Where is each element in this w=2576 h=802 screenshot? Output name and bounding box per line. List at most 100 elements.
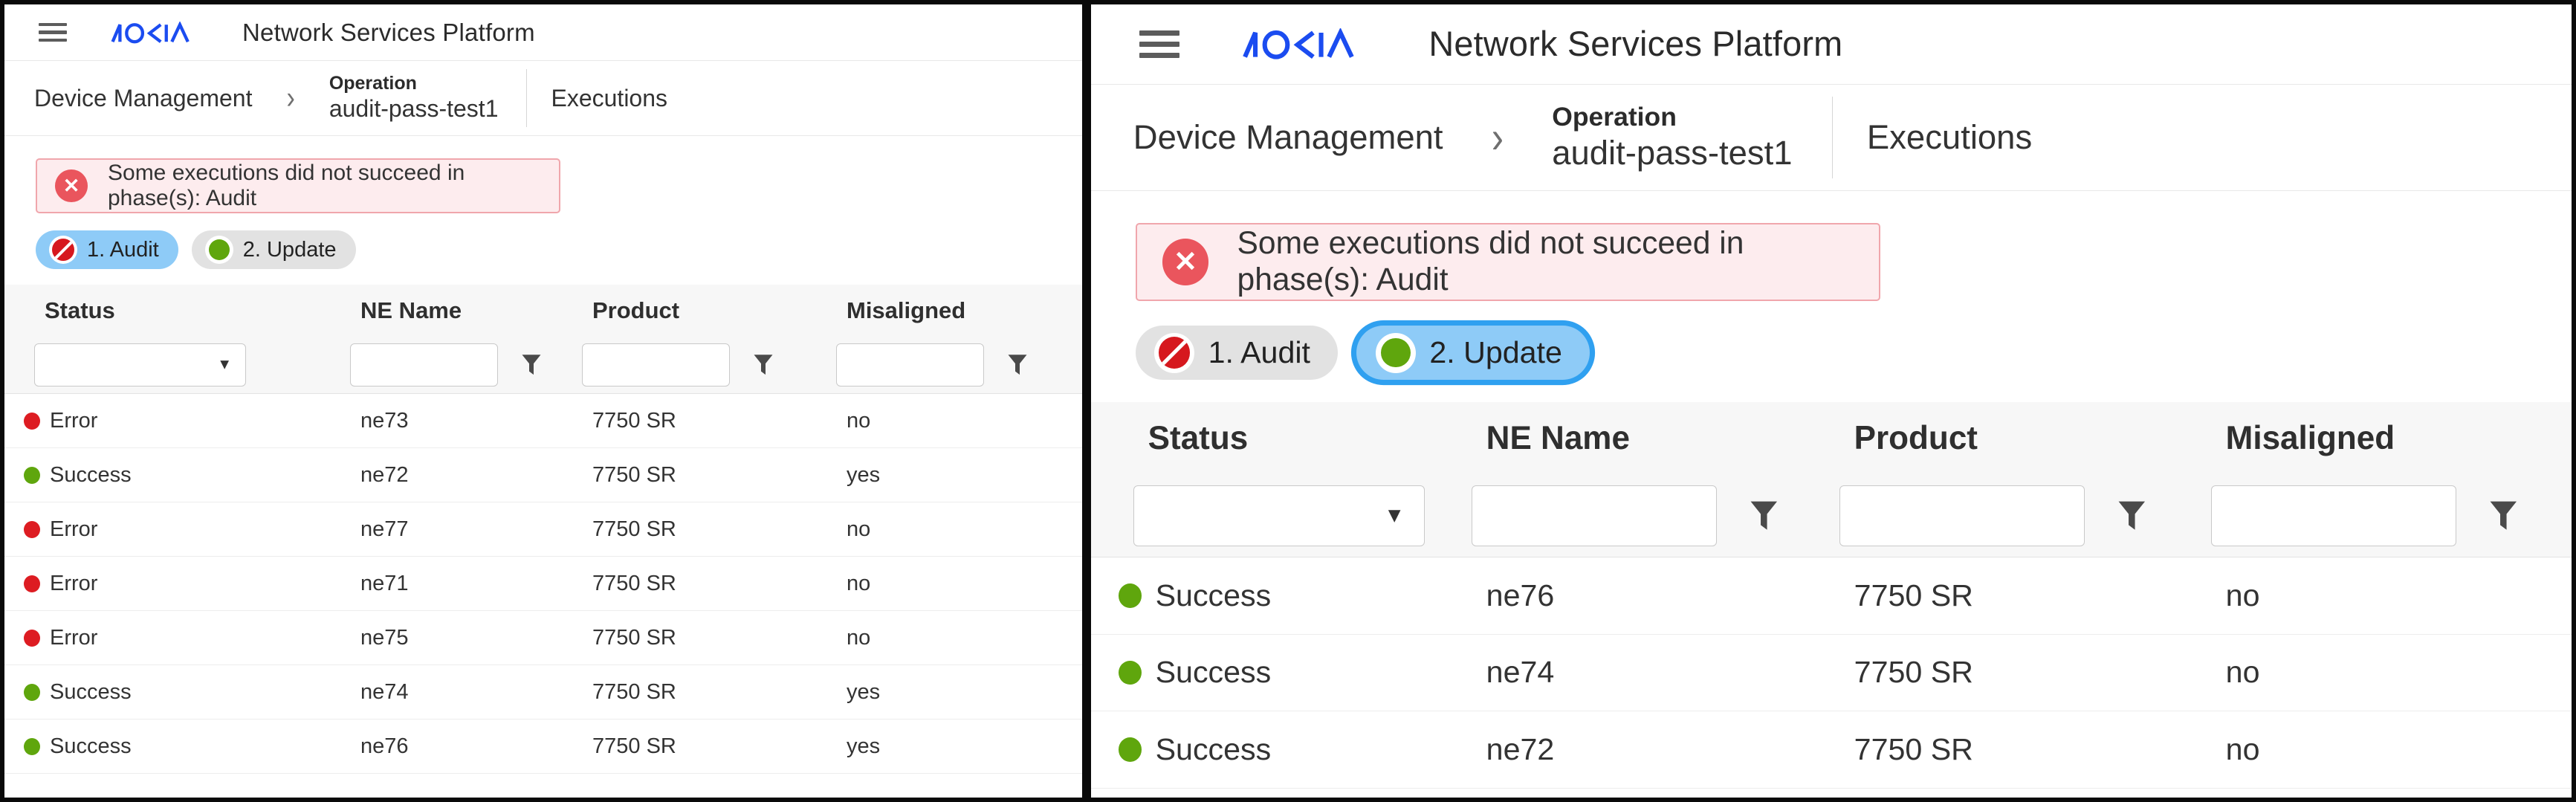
column-header-status: Status: [4, 297, 320, 324]
status-cell: Success: [1091, 578, 1429, 613]
phase-tab-update[interactable]: 2. Update: [192, 230, 356, 269]
caret-down-icon: ▼: [1384, 504, 1405, 528]
misaligned-cell: no: [2169, 732, 2572, 767]
status-cell: Success: [4, 463, 320, 488]
top-bar: Network Services Platform: [1091, 4, 2572, 85]
phase-tabs: 1. Audit 2. Update: [1136, 326, 2572, 381]
status-cell: Success: [1091, 655, 1429, 690]
table-row[interactable]: Successne727750 SRno: [1091, 711, 2572, 789]
status-cell: Error: [4, 572, 320, 596]
operation-name: audit-pass-test1: [1552, 133, 1792, 173]
error-banner-text: Some executions did not succeed in phase…: [1237, 225, 1880, 298]
breadcrumb-operation: Operation audit-pass-test1: [1552, 102, 1792, 172]
funnel-icon[interactable]: [1748, 498, 1780, 534]
column-header-ne-name: NE Name: [1429, 420, 1797, 457]
product-filter-input[interactable]: [1839, 485, 2085, 546]
ne-name-cell: ne77: [320, 517, 552, 542]
funnel-icon[interactable]: [520, 352, 543, 378]
status-cell: Error: [4, 517, 320, 542]
breadcrumb-device-management[interactable]: Device Management: [1133, 118, 1443, 157]
status-filter-select[interactable]: ▼: [1133, 485, 1425, 546]
misaligned-cell: no: [806, 626, 1082, 650]
table-row[interactable]: Errorne737750 SRno: [4, 394, 1082, 448]
status-text: Success: [1156, 655, 1272, 690]
phase-tab-audit[interactable]: 1. Audit: [1136, 326, 1338, 381]
misaligned-filter-input[interactable]: [836, 343, 984, 387]
breadcrumb-device-management[interactable]: Device Management: [34, 85, 252, 112]
operation-name: audit-pass-test1: [329, 95, 499, 123]
ne-name-cell: ne76: [1429, 578, 1797, 613]
status-cell: Error: [4, 409, 320, 433]
breadcrumb: Device Management › Operation audit-pass…: [1091, 85, 2572, 191]
table-row[interactable]: Successne747750 SRyes: [4, 665, 1082, 719]
green-dot-icon: [205, 236, 233, 264]
red-slashed-circle-icon: [1154, 333, 1194, 373]
misaligned-cell: no: [806, 572, 1082, 596]
funnel-icon[interactable]: [1006, 352, 1029, 378]
column-header-product: Product: [552, 297, 806, 324]
funnel-icon[interactable]: [2488, 498, 2520, 534]
table-row[interactable]: Errorne757750 SRno: [4, 611, 1082, 665]
table-row[interactable]: Success ne747750 SRno: [1091, 635, 2572, 712]
table-body: Errorne737750 SRnoSuccessne727750 SRyesE…: [4, 394, 1082, 774]
table-row[interactable]: Successne727750 SRyes: [4, 448, 1082, 502]
table-body: Successne767750 SRnoSuccessne747750 SRno…: [1091, 557, 2572, 789]
table-row[interactable]: Successne767750 SRyes: [4, 719, 1082, 774]
ne-name-cell: ne72: [1429, 732, 1797, 767]
status-cell: Success: [1091, 732, 1429, 767]
column-header-ne-name: NE Name: [320, 297, 552, 324]
phase-tab-audit[interactable]: 1. Audit: [36, 230, 178, 269]
top-bar: Network Services Platform: [4, 4, 1082, 61]
ne-name-cell: ne72: [320, 463, 552, 488]
nokia-logo: [110, 22, 195, 44]
phase-tab-update[interactable]: 2. Update: [1356, 326, 1589, 381]
column-header-status: Status: [1091, 420, 1429, 457]
table-filter-row: ▼: [4, 336, 1082, 394]
product-filter-input[interactable]: [582, 343, 730, 387]
product-cell: 7750 SR: [552, 734, 806, 759]
status-filter-select[interactable]: ▼: [34, 343, 246, 387]
error-banner-text: Some executions did not succeed in phase…: [108, 161, 559, 211]
status-text: Success: [1156, 578, 1272, 613]
green-dot-icon: [24, 738, 40, 755]
product-cell: 7750 SR: [552, 463, 806, 488]
ne-name-filter-input[interactable]: [350, 343, 498, 387]
status-cell: Error: [4, 626, 320, 650]
operation-label: Operation: [1552, 102, 1792, 133]
error-banner: ✕ Some executions did not succeed in pha…: [36, 158, 560, 213]
x-circle-icon: ✕: [55, 169, 88, 202]
status-text: Error: [50, 572, 97, 596]
product-cell: 7750 SR: [1797, 732, 2169, 767]
product-cell: 7750 SR: [1797, 578, 2169, 613]
misaligned-filter-input[interactable]: [2211, 485, 2456, 546]
phase-tab-label: 2. Update: [1429, 335, 1562, 370]
table-row[interactable]: Errorne777750 SRno: [4, 502, 1082, 557]
green-dot-icon: [24, 684, 40, 701]
funnel-icon[interactable]: [752, 352, 774, 378]
funnel-icon[interactable]: [2116, 498, 2148, 534]
hamburger-icon[interactable]: [1139, 30, 1179, 57]
x-circle-icon: ✕: [1162, 239, 1208, 285]
red-slashed-circle-icon: [49, 236, 77, 264]
table-header-row: Status NE Name Product Misaligned: [1091, 402, 2572, 475]
table-row[interactable]: Successne767750 SRno: [1091, 557, 2572, 635]
table-row[interactable]: Errorne717750 SRno: [4, 557, 1082, 611]
misaligned-cell: yes: [806, 680, 1082, 705]
table-header-row: Status NE Name Product Misaligned: [4, 285, 1082, 336]
status-text: Error: [50, 517, 97, 542]
breadcrumb-executions: Executions: [1867, 118, 2032, 157]
app-title: Network Services Platform: [1428, 24, 1842, 64]
product-cell: 7750 SR: [1797, 655, 2169, 690]
red-dot-icon: [24, 575, 40, 592]
status-text: Success: [50, 734, 132, 759]
hamburger-icon[interactable]: [39, 23, 67, 42]
screenshot-panel-audit: Network Services Platform Device Managem…: [4, 4, 1082, 798]
ne-name-filter-input[interactable]: [1472, 485, 1717, 546]
misaligned-cell: no: [2169, 655, 2572, 690]
operation-label: Operation: [329, 73, 499, 95]
breadcrumb-operation: Operation audit-pass-test1: [329, 73, 499, 123]
misaligned-cell: yes: [806, 734, 1082, 759]
ne-name-cell: ne74: [1429, 655, 1797, 690]
nokia-logo: [1241, 28, 1362, 60]
executions-table: Status NE Name Product Misaligned ▼ Erro…: [4, 285, 1082, 774]
